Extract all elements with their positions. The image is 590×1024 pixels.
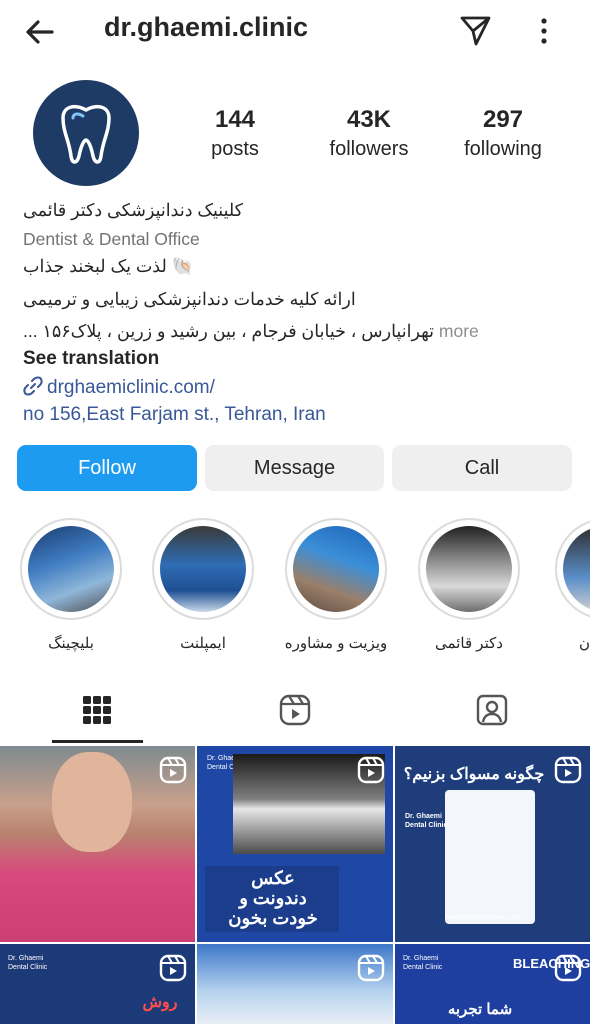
highlight-bleaching[interactable]: بلیچینگ	[18, 518, 124, 652]
reel-icon	[357, 756, 385, 784]
post-caption: عکس دندونت و خودت بخون	[209, 868, 337, 928]
see-translation-link[interactable]: See translation	[23, 348, 568, 370]
active-tab-indicator	[52, 740, 143, 743]
caption-line-3: خودت بخون	[228, 908, 318, 928]
grid-icon	[83, 696, 111, 724]
bio-category: Dentist & Dental Office	[23, 229, 200, 249]
post-brand: Dr. Ghaemi Dental Clinic	[405, 812, 447, 830]
stat-followers-label: followers	[329, 138, 409, 160]
post-tile-3[interactable]: چگونه مسواک بزنیم؟ Dr. Ghaemi Dental Clin…	[395, 746, 590, 942]
bio-name: کلینیک دندانپزشکی دکتر قائمی	[23, 200, 243, 220]
post-caption: روش	[142, 994, 178, 1011]
post-tile-5[interactable]	[197, 944, 393, 1024]
profile-avatar[interactable]	[33, 80, 139, 186]
stat-following-label: following	[464, 138, 542, 160]
stat-following-value: 297	[482, 106, 524, 133]
highlight-thumbnail	[28, 526, 114, 612]
post-caption: چگونه مسواک بزنیم؟	[403, 766, 545, 783]
highlight-label: ن	[578, 635, 590, 652]
call-button[interactable]: Call	[392, 445, 572, 491]
reel-icon	[159, 954, 187, 982]
back-arrow-icon[interactable]	[22, 14, 58, 50]
tab-tagged[interactable]	[447, 680, 537, 740]
highlight-visit[interactable]: ویزیت و مشاوره	[283, 518, 389, 652]
highlight-ring	[555, 518, 590, 620]
tooth-logo-icon	[61, 104, 111, 164]
reels-icon	[279, 694, 311, 726]
highlight-thumbnail	[563, 526, 590, 612]
stat-posts[interactable]: 144 posts	[170, 106, 300, 161]
highlight-ring	[152, 518, 254, 620]
stat-following[interactable]: 297 following	[438, 106, 568, 161]
post-tile-1[interactable]	[0, 746, 195, 942]
highlight-label: ایمپلنت	[180, 635, 226, 652]
stat-followers[interactable]: 43K followers	[304, 106, 434, 161]
bio-more-link[interactable]: more	[439, 321, 479, 341]
send-icon[interactable]	[456, 12, 494, 50]
highlight-thumbnail	[293, 526, 379, 612]
bio-line-3-text: تهرانپارس ، خیابان فرجام ، بین رشید و زر…	[23, 321, 435, 341]
bio-line-1: 🐚 لذت یک لبخند جذاب	[23, 256, 194, 276]
post-photo-face	[52, 752, 132, 852]
website-text[interactable]: drghaemiclinic.com/	[47, 377, 215, 398]
link-icon	[23, 376, 43, 396]
stat-followers-value: 43K	[346, 106, 392, 133]
profile-tabs	[0, 680, 590, 742]
bio-line-3: تهرانپارس ، خیابان فرجام ، بین رشید و زر…	[23, 321, 568, 342]
highlight-dr-ghaemi[interactable]: دکتر قائمی	[416, 518, 522, 652]
brand-line-1: Dr. Ghaemi	[405, 813, 442, 820]
brushing-infographic	[445, 790, 535, 924]
highlight-label: بلیچینگ	[48, 635, 94, 652]
reel-icon	[357, 954, 385, 982]
highlight-partial[interactable]: ن	[549, 518, 590, 652]
reel-icon	[554, 954, 582, 982]
more-vertical-icon[interactable]	[530, 14, 558, 48]
bio-line-2: ارائه کلیه خدمات دندانپزشکی زیبایی و ترم…	[23, 289, 356, 309]
highlight-ring	[20, 518, 122, 620]
reel-icon	[159, 756, 187, 784]
brand-line-2: Dental Clinic	[405, 822, 448, 829]
brand-line-1: Dr. Ghaemi	[403, 955, 439, 962]
highlight-thumbnail	[160, 526, 246, 612]
profile-username: dr.ghaemi.clinic	[104, 12, 309, 42]
post-brand: Dr. Ghaemi Dental Clinic	[8, 954, 47, 972]
tab-reels[interactable]	[250, 680, 340, 740]
highlight-implant[interactable]: ایمپلنت	[150, 518, 256, 652]
highlight-ring	[285, 518, 387, 620]
highlight-thumbnail	[426, 526, 512, 612]
post-tile-6[interactable]: Dr. Ghaemi Dental Clinic BLEACHING شما تج…	[395, 944, 590, 1024]
post-brand: Dr. Ghaemi Dental Clinic	[403, 954, 442, 972]
post-tile-2[interactable]: Dr. Ghaemi Dental Clinic عکس دندونت و خود…	[197, 746, 393, 942]
tab-grid[interactable]	[52, 680, 142, 740]
stat-posts-value: 144	[214, 106, 256, 133]
post-url: www.drghaemiclinic.com	[445, 914, 522, 921]
caption-line-2: دندونت و	[239, 888, 307, 908]
brand-line-1: Dr. Ghaemi	[8, 955, 44, 962]
highlight-ring	[418, 518, 520, 620]
brand-line-2: Dental Clinic	[8, 964, 48, 971]
follow-button[interactable]: Follow	[17, 445, 197, 491]
bio-website[interactable]: drghaemiclinic.com/	[23, 376, 568, 399]
caption-line-1: عکس	[251, 868, 295, 888]
post-tile-4[interactable]: Dr. Ghaemi Dental Clinic روش	[0, 944, 195, 1024]
reel-icon	[554, 756, 582, 784]
brand-line-2: Dental Clinic	[403, 964, 443, 971]
post-caption: شما تجربه	[447, 1001, 513, 1018]
bio-address[interactable]: no 156,East Farjam st., Tehran, Iran	[23, 404, 568, 426]
highlight-label: ویزیت و مشاوره	[284, 635, 388, 652]
highlight-label: دکتر قائمی	[435, 635, 503, 652]
tagged-icon	[476, 694, 508, 726]
message-button[interactable]: Message	[205, 445, 384, 491]
top-bar: dr.ghaemi.clinic	[0, 0, 590, 62]
stat-posts-label: posts	[211, 138, 259, 160]
